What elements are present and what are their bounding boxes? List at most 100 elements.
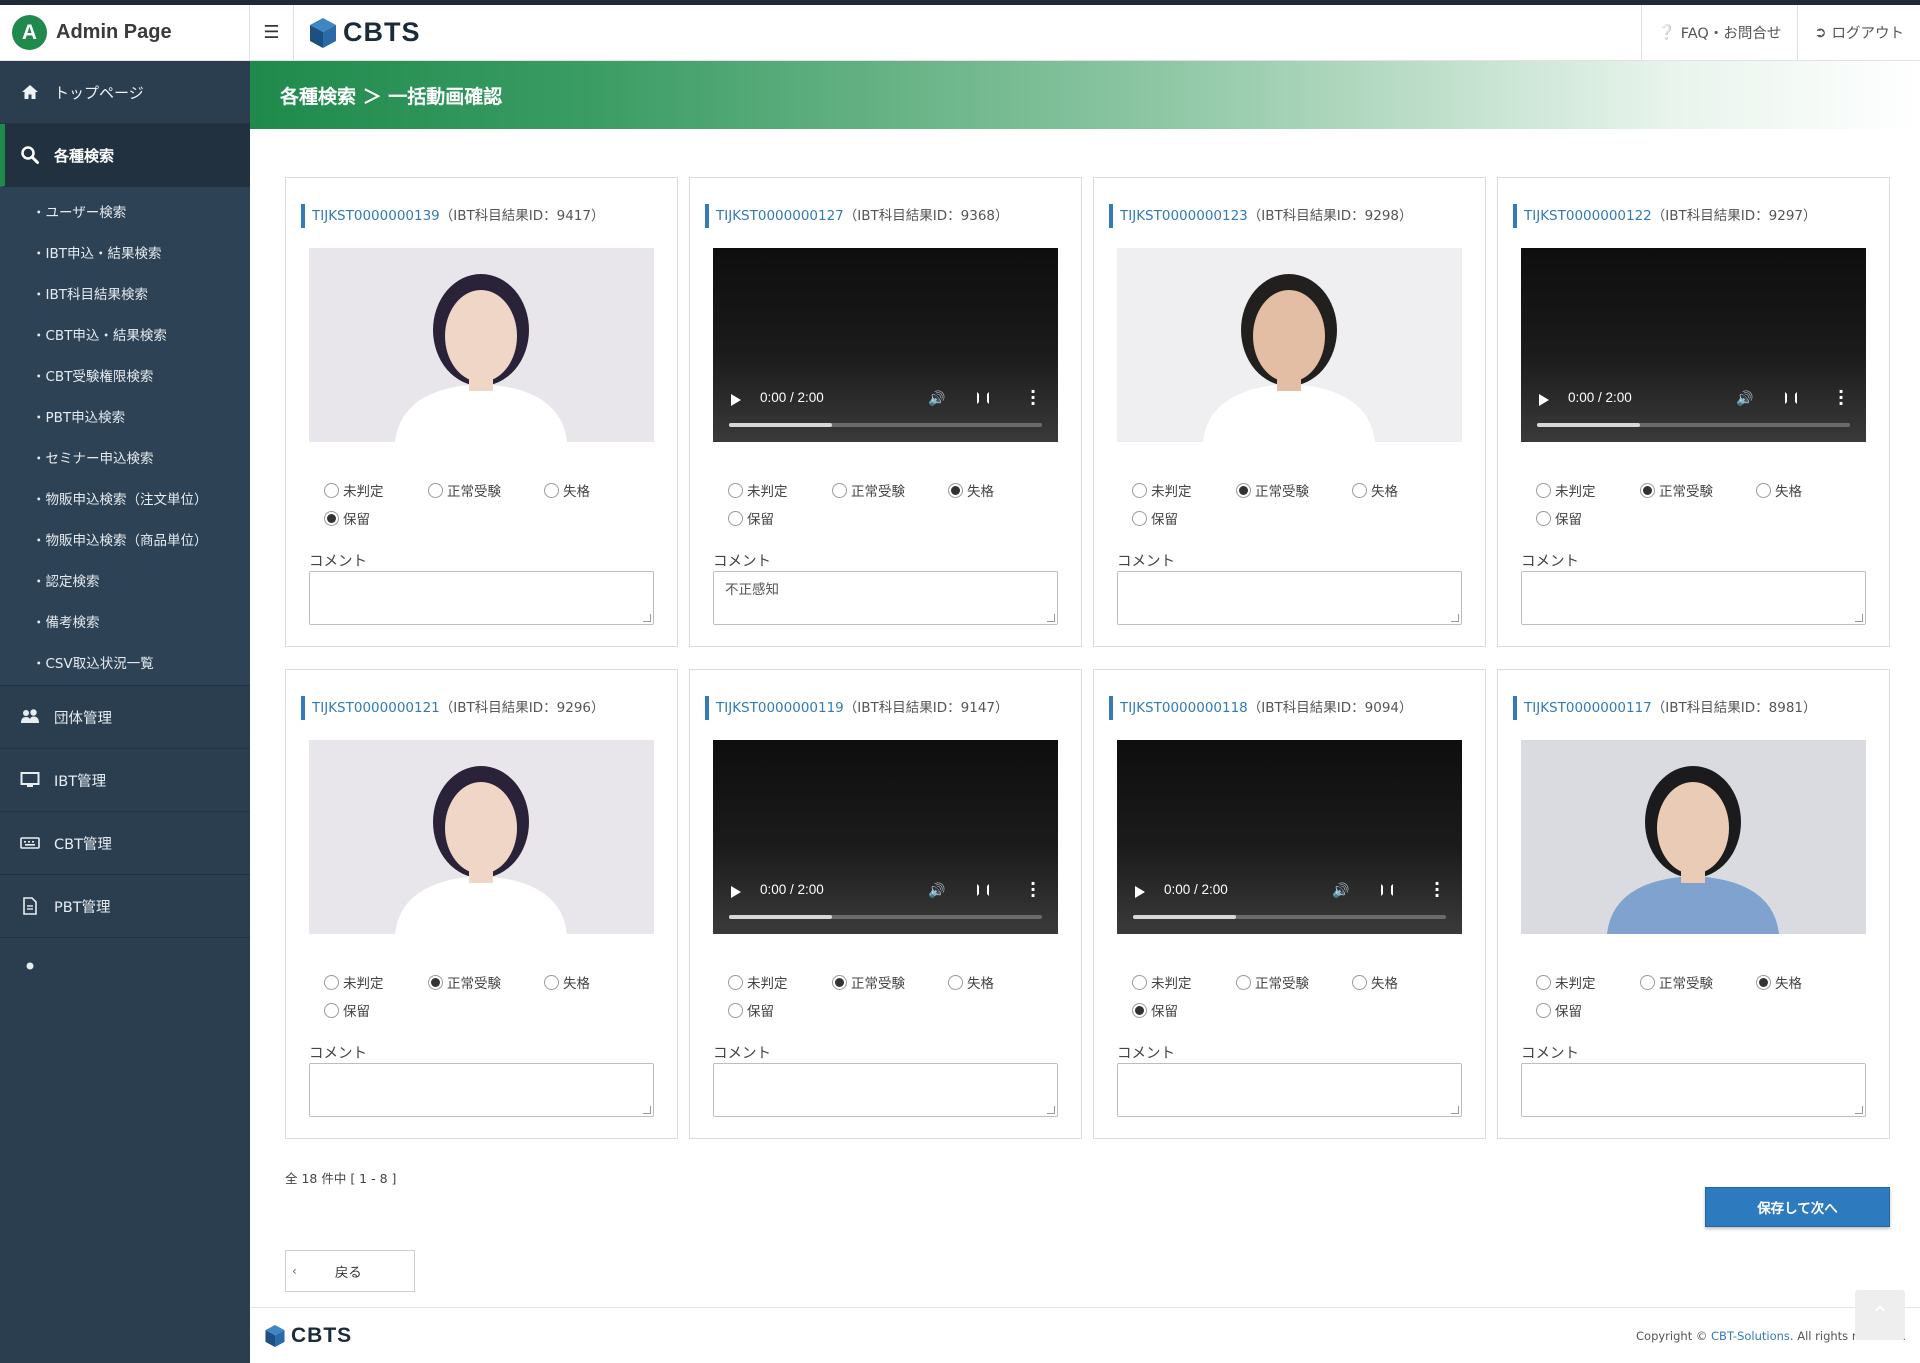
comment-textarea[interactable]: [309, 571, 654, 625]
fullscreen-icon[interactable]: [977, 884, 989, 896]
comment-textarea[interactable]: [1521, 1063, 1866, 1117]
radio-normal[interactable]: 正常受験: [1640, 476, 1713, 504]
video-player[interactable]: 0:00 / 2:00 🔊 · · ·: [713, 740, 1058, 934]
radio-circle[interactable]: [544, 974, 559, 990]
comment-textarea[interactable]: [713, 1063, 1058, 1117]
radio-disqualified[interactable]: 失格: [544, 476, 590, 504]
radio-disqualified[interactable]: 失格: [948, 476, 994, 504]
resize-handle[interactable]: [643, 614, 651, 622]
radio-circle[interactable]: [1536, 510, 1551, 526]
radio-undecided[interactable]: 未判定: [324, 968, 384, 996]
sidebar-subitem[interactable]: ・IBT科目結果検索: [0, 275, 250, 316]
radio-circle[interactable]: [324, 510, 339, 526]
radio-disqualified[interactable]: 失格: [948, 968, 994, 996]
resize-handle[interactable]: [1451, 614, 1459, 622]
sidebar-subitem[interactable]: ・物販申込検索（商品単位）: [0, 521, 250, 562]
radio-circle[interactable]: [1756, 974, 1771, 990]
examinee-id[interactable]: TIJKST0000000118: [1120, 700, 1248, 716]
examinee-id[interactable]: TIJKST0000000122: [1524, 208, 1652, 224]
more-options-icon[interactable]: · · ·: [1030, 876, 1036, 904]
radio-disqualified[interactable]: 失格: [1756, 968, 1802, 996]
radio-hold[interactable]: 保留: [728, 1000, 774, 1020]
radio-undecided[interactable]: 未判定: [1132, 476, 1192, 504]
sidebar-subitem[interactable]: ・認定検索: [0, 562, 250, 603]
resize-handle[interactable]: [1047, 1106, 1055, 1114]
video-progress[interactable]: [729, 423, 1042, 427]
examinee-id[interactable]: TIJKST0000000123: [1120, 208, 1248, 224]
sidebar-subitem[interactable]: ・セミナー申込検索: [0, 439, 250, 480]
examinee-id[interactable]: TIJKST0000000117: [1524, 700, 1652, 716]
save-next-button[interactable]: 保存して次へ: [1705, 1187, 1890, 1227]
radio-undecided[interactable]: 未判定: [324, 476, 384, 504]
video-player[interactable]: 0:00 / 2:00 🔊 · · ·: [713, 248, 1058, 442]
play-icon[interactable]: [1539, 394, 1549, 406]
radio-hold[interactable]: 保留: [728, 508, 774, 528]
resize-handle[interactable]: [1451, 1106, 1459, 1114]
video-player[interactable]: 0:00 / 2:00 🔊 · · ·: [1521, 248, 1866, 442]
radio-undecided[interactable]: 未判定: [728, 968, 788, 996]
sidebar-item-group-management[interactable]: 団体管理: [0, 685, 250, 748]
comment-textarea[interactable]: 不正感知: [713, 571, 1058, 625]
sidebar-item-ibt-management[interactable]: IBT管理: [0, 748, 250, 811]
comment-textarea[interactable]: [1521, 571, 1866, 625]
comment-textarea[interactable]: [309, 1063, 654, 1117]
sidebar-subitem[interactable]: ・ユーザー検索: [0, 193, 250, 234]
fullscreen-icon[interactable]: [1381, 884, 1393, 896]
radio-undecided[interactable]: 未判定: [1536, 476, 1596, 504]
radio-circle[interactable]: [324, 974, 339, 990]
hamburger-icon[interactable]: ☰: [250, 4, 294, 61]
radio-circle[interactable]: [832, 974, 847, 990]
radio-circle[interactable]: [728, 510, 743, 526]
resize-handle[interactable]: [643, 1106, 651, 1114]
video-progress[interactable]: [729, 915, 1042, 919]
radio-normal[interactable]: 正常受験: [1236, 968, 1309, 996]
radio-hold[interactable]: 保留: [1536, 508, 1582, 528]
radio-circle[interactable]: [1132, 974, 1147, 990]
radio-circle[interactable]: [1536, 974, 1551, 990]
radio-circle[interactable]: [728, 482, 743, 498]
faq-link[interactable]: ❔ FAQ・お問合せ: [1640, 4, 1798, 61]
radio-hold[interactable]: 保留: [324, 1000, 370, 1020]
radio-hold[interactable]: 保留: [1132, 508, 1178, 528]
sidebar-subitem[interactable]: ・PBT申込検索: [0, 398, 250, 439]
sidebar-subitem[interactable]: ・IBT申込・結果検索: [0, 234, 250, 275]
radio-undecided[interactable]: 未判定: [1536, 968, 1596, 996]
radio-circle[interactable]: [428, 974, 443, 990]
radio-circle[interactable]: [1132, 1002, 1147, 1018]
sidebar-item-search[interactable]: 各種検索: [0, 124, 250, 187]
examinee-id[interactable]: TIJKST0000000139: [312, 208, 440, 224]
radio-normal[interactable]: 正常受験: [1640, 968, 1713, 996]
volume-icon[interactable]: 🔊: [1736, 391, 1753, 407]
radio-normal[interactable]: 正常受験: [428, 968, 501, 996]
radio-undecided[interactable]: 未判定: [1132, 968, 1192, 996]
volume-icon[interactable]: 🔊: [928, 883, 945, 899]
sidebar-item-top[interactable]: トップページ: [0, 61, 250, 124]
play-icon[interactable]: [1135, 886, 1145, 898]
back-button[interactable]: ‹ 戻る: [285, 1250, 415, 1292]
radio-disqualified[interactable]: 失格: [544, 968, 590, 996]
volume-icon[interactable]: 🔊: [1332, 883, 1349, 899]
radio-circle[interactable]: [428, 482, 443, 498]
resize-handle[interactable]: [1047, 614, 1055, 622]
sidebar-subitem[interactable]: ・備考検索: [0, 603, 250, 644]
radio-circle[interactable]: [1236, 974, 1251, 990]
radio-circle[interactable]: [1352, 482, 1367, 498]
radio-circle[interactable]: [324, 482, 339, 498]
radio-circle[interactable]: [948, 482, 963, 498]
sidebar-subitem[interactable]: ・CBT受験権限検索: [0, 357, 250, 398]
company-link[interactable]: CBT-Solutions: [1711, 1329, 1790, 1343]
sidebar-item-more[interactable]: [0, 937, 250, 1000]
fullscreen-icon[interactable]: [1785, 392, 1797, 404]
radio-circle[interactable]: [832, 482, 847, 498]
sidebar-item-cbt-management[interactable]: CBT管理: [0, 811, 250, 874]
sidebar-subitem[interactable]: ・物販申込検索（注文単位）: [0, 480, 250, 521]
radio-hold[interactable]: 保留: [1132, 1000, 1178, 1020]
more-options-icon[interactable]: · · ·: [1838, 384, 1844, 412]
radio-circle[interactable]: [544, 482, 559, 498]
radio-circle[interactable]: [1640, 974, 1655, 990]
radio-hold[interactable]: 保留: [1536, 1000, 1582, 1020]
video-progress[interactable]: [1133, 915, 1446, 919]
radio-circle[interactable]: [324, 1002, 339, 1018]
radio-disqualified[interactable]: 失格: [1756, 476, 1802, 504]
sidebar-item-pbt-management[interactable]: PBT管理: [0, 874, 250, 937]
